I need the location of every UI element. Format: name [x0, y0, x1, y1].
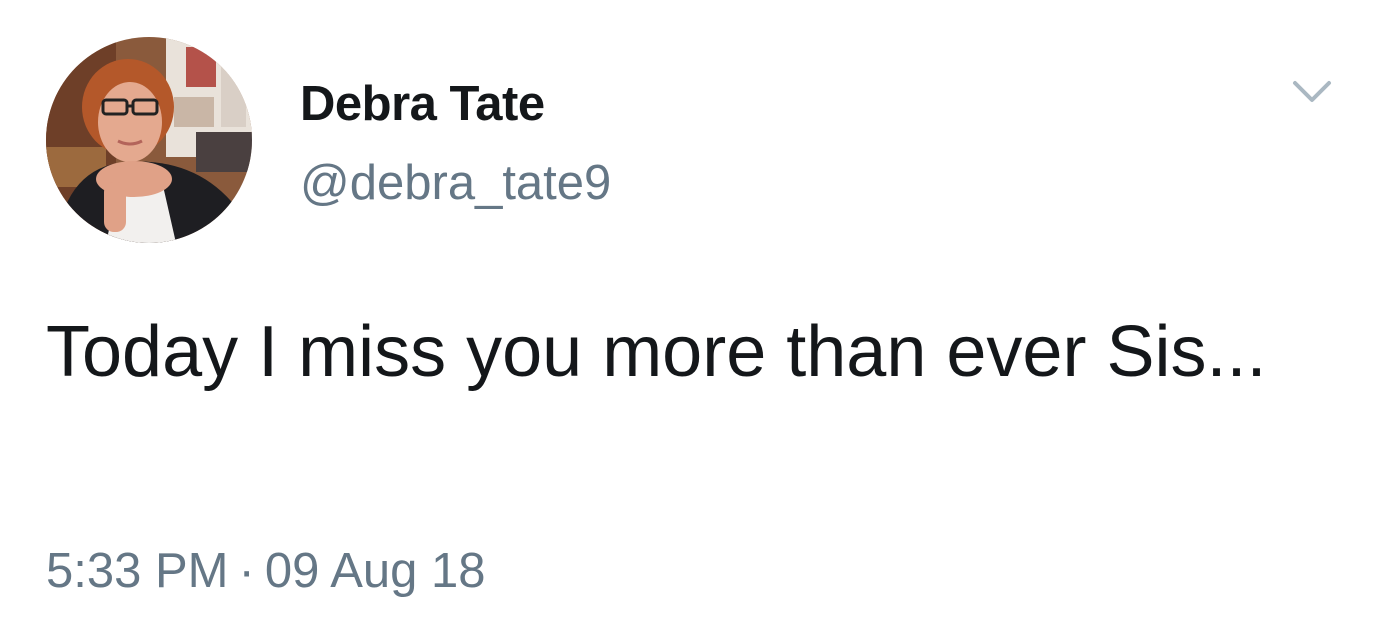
tweet-time: 5:33 PM: [46, 544, 229, 598]
timestamp-separator: ·: [238, 544, 255, 598]
display-name[interactable]: Debra Tate: [300, 76, 545, 132]
user-handle[interactable]: @debra_tate9: [300, 155, 611, 211]
user-avatar[interactable]: [46, 37, 252, 243]
avatar-photo-icon: [46, 37, 252, 243]
tweet-text: Today I miss you more than ever Sis...: [46, 312, 1267, 392]
tweet-menu-button[interactable]: [1286, 72, 1338, 112]
tweet-timestamp[interactable]: 5:33 PM · 09 Aug 18: [46, 540, 486, 602]
chevron-down-icon: [1293, 81, 1331, 102]
tweet-card: Debra Tate @debra_tate9 Today I miss you…: [0, 0, 1377, 640]
tweet-date: 09 Aug 18: [264, 544, 486, 598]
